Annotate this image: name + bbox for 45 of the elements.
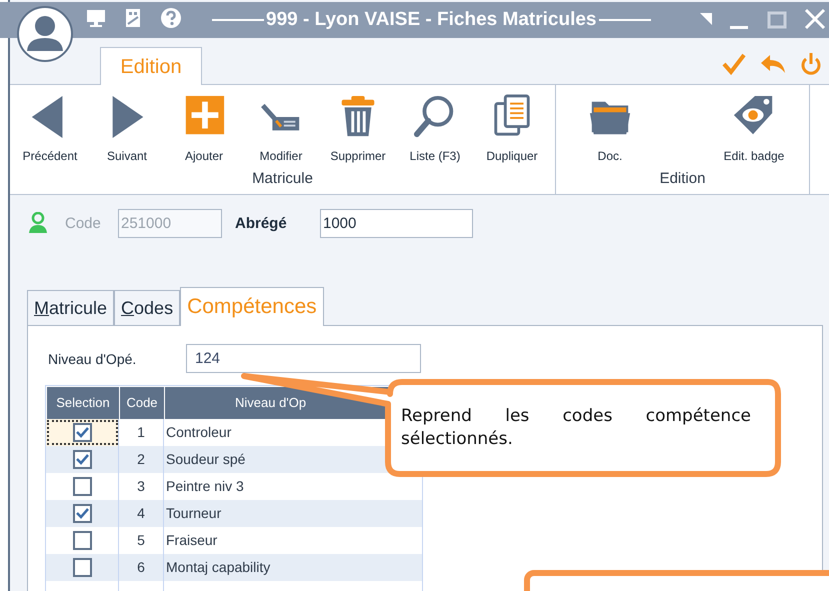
ribbon-button[interactable]: Suivant xyxy=(91,93,163,165)
checkbox[interactable] xyxy=(72,450,92,469)
table-cell-text: Tourneur xyxy=(165,504,222,523)
ribbon-button[interactable]: Edit. badge xyxy=(718,93,790,165)
ribbon-button[interactable]: Liste (F3) xyxy=(399,93,471,165)
checkbox[interactable] xyxy=(72,477,92,496)
ribbon-button[interactable]: Ajouter xyxy=(168,93,240,165)
ribbon-button[interactable]: Modifier xyxy=(245,93,317,165)
check-icon[interactable] xyxy=(722,52,746,76)
table-cell-text: Peintre niv 3 xyxy=(165,477,245,496)
help-icon[interactable] xyxy=(160,7,182,29)
checkmark-icon xyxy=(76,508,88,519)
group-label: Edition xyxy=(660,169,706,190)
group-label: Matricule xyxy=(252,169,313,190)
field-label: Abrégé xyxy=(235,214,287,234)
ribbon-button[interactable]: Doc. xyxy=(574,93,646,165)
power-icon[interactable] xyxy=(800,52,822,76)
checkbox[interactable] xyxy=(72,531,92,550)
table-cell-text: Fraiseur xyxy=(165,531,218,550)
table-cell-text: Soudeur spé xyxy=(165,450,246,469)
close-icon[interactable] xyxy=(804,8,826,30)
checkbox[interactable] xyxy=(72,504,92,523)
table-cell-text: Montaj capability xyxy=(165,558,272,577)
column-header: Code xyxy=(120,387,164,419)
corner-icon[interactable] xyxy=(700,13,712,25)
field-label: Code xyxy=(65,214,101,234)
field-label: Niveau d'Opé. xyxy=(48,350,136,369)
tab[interactable]: Matricule xyxy=(27,290,114,326)
reply-arrow-icon[interactable] xyxy=(760,53,786,75)
column-header: Selection xyxy=(47,387,119,419)
monitor-icon[interactable] xyxy=(86,8,106,28)
input-field[interactable]: 1000 xyxy=(320,209,473,238)
table-cell: 6 xyxy=(119,554,164,581)
checkbox[interactable] xyxy=(72,558,92,577)
ribbon-button[interactable]: Supprimer xyxy=(322,93,394,165)
ribbon-button[interactable]: Précédent xyxy=(14,93,86,165)
tab[interactable]: Codes xyxy=(114,290,180,326)
checkmark-icon xyxy=(76,427,88,438)
ribbon-button[interactable]: Dupliquer xyxy=(476,93,548,165)
checkmark-icon xyxy=(76,454,88,465)
document-icon[interactable] xyxy=(124,8,142,28)
checkbox[interactable] xyxy=(72,423,92,442)
person-icon xyxy=(28,212,48,234)
window-title: 999 - Lyon VAISE - Fiches Matricules xyxy=(266,8,596,32)
input-field[interactable]: 124 xyxy=(186,344,421,373)
